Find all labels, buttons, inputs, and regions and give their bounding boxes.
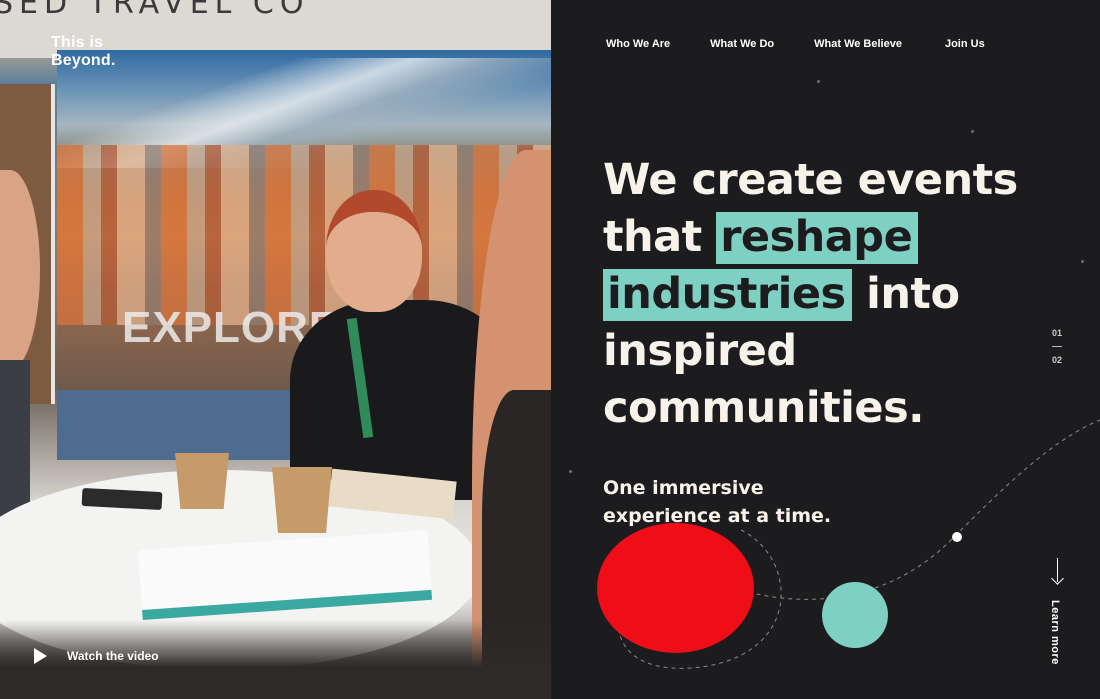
- headline-line-2: that reshape: [603, 209, 1063, 266]
- headline-highlight: reshape: [716, 212, 919, 264]
- star-dot: [1081, 260, 1084, 263]
- subheadline-line-1: One immersive: [603, 477, 764, 499]
- star-dot: [971, 130, 974, 133]
- slide-pager: 01 02: [1051, 328, 1063, 365]
- hero-photo: SED TRAVEL CO EXPLORE This is Beyond. Wa…: [0, 0, 551, 699]
- white-dot-decoration: [952, 532, 962, 542]
- pager-total[interactable]: 02: [1051, 355, 1063, 365]
- nav-what-we-do[interactable]: What We Do: [710, 38, 774, 50]
- banner-text: SED TRAVEL CO: [0, 0, 310, 21]
- site-logo[interactable]: This is Beyond.: [51, 34, 116, 70]
- play-icon: [34, 648, 47, 664]
- arrow-down-icon: [1051, 556, 1065, 586]
- star-dot: [569, 470, 572, 473]
- learn-more-button[interactable]: Learn more: [1049, 556, 1065, 665]
- photo-cup: [272, 467, 332, 533]
- hero-headline: We create events that reshape industries…: [603, 152, 1063, 437]
- teal-circle-decoration: [822, 582, 888, 648]
- headline-line-4: inspired: [603, 326, 797, 376]
- headline-line-1: We create events: [603, 155, 1018, 205]
- photo-blue-wall: [57, 390, 297, 460]
- photo-cup: [175, 453, 229, 509]
- logo-line-2: Beyond.: [51, 52, 116, 69]
- subheadline-line-2: experience at a time.: [603, 505, 832, 527]
- headline-text: that: [603, 212, 717, 262]
- red-circle-decoration: [597, 523, 754, 653]
- main-nav: Who We Are What We Do What We Believe Jo…: [606, 38, 985, 50]
- headline-highlight: industries: [603, 269, 852, 321]
- nav-what-we-believe[interactable]: What We Believe: [814, 38, 902, 50]
- pager-current[interactable]: 01: [1051, 328, 1063, 338]
- hero-subheadline: One immersive experience at a time.: [603, 474, 831, 530]
- nav-who-we-are[interactable]: Who We Are: [606, 38, 670, 50]
- logo-line-1: This is: [51, 34, 104, 51]
- learn-more-label: Learn more: [1049, 600, 1061, 665]
- headline-line-3: industries into: [603, 266, 1063, 323]
- watch-video-label: Watch the video: [67, 649, 159, 663]
- pager-divider: [1052, 346, 1062, 347]
- headline-line-5: communities.: [603, 383, 925, 433]
- content-panel: Who We Are What We Do What We Believe Jo…: [551, 0, 1100, 699]
- watch-video-button[interactable]: Watch the video: [34, 648, 159, 664]
- photo-woman-head: [326, 190, 422, 312]
- star-dot: [817, 80, 820, 83]
- headline-text: into: [851, 269, 960, 319]
- nav-join-us[interactable]: Join Us: [945, 38, 985, 50]
